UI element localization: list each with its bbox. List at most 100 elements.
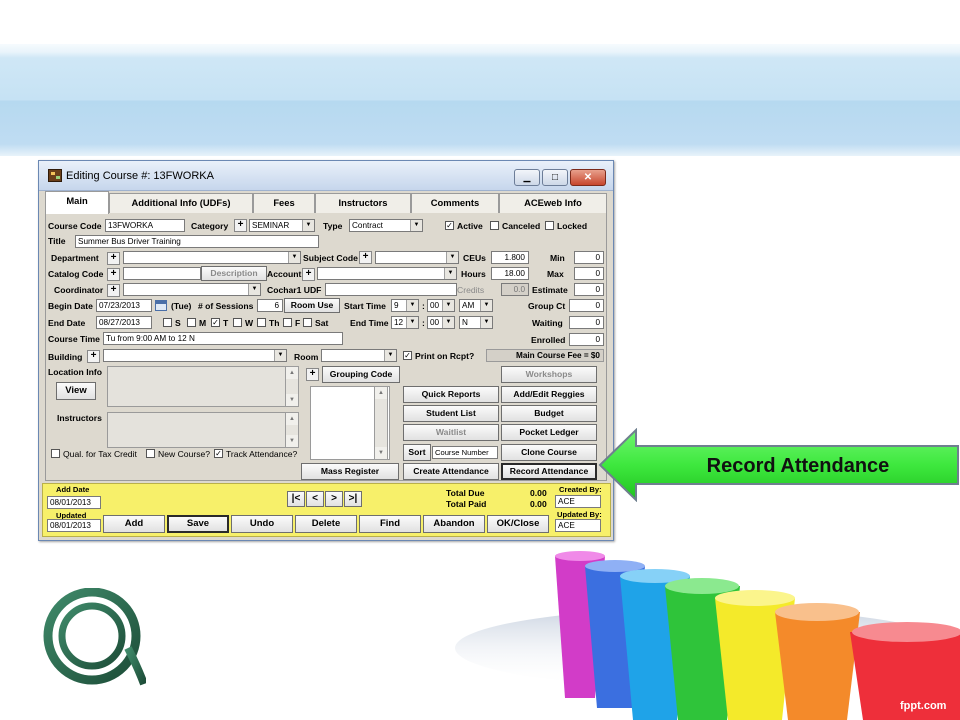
student-list-button[interactable]: Student List xyxy=(403,405,499,422)
delete-button[interactable]: Delete xyxy=(295,515,357,533)
maximize-button[interactable]: □ xyxy=(542,169,568,186)
quick-reports-button[interactable]: Quick Reports xyxy=(403,386,499,403)
day-w-checkbox[interactable] xyxy=(233,318,242,327)
sessions-field[interactable]: 6 xyxy=(257,299,283,312)
pocket-ledger-button[interactable]: Pocket Ledger xyxy=(501,424,597,441)
max-field[interactable]: 0 xyxy=(574,267,604,280)
undo-button[interactable]: Undo xyxy=(231,515,293,533)
nav-next-button[interactable]: > xyxy=(325,491,343,507)
print-on-rcpt-checkbox[interactable]: ✓ xyxy=(403,351,412,360)
tab-aceweb-info[interactable]: ACEweb Info xyxy=(499,193,607,213)
minimize-button[interactable]: ▁ xyxy=(514,169,540,186)
room-use-button[interactable]: Room Use xyxy=(284,298,340,313)
description-button[interactable]: Description xyxy=(201,266,267,281)
nav-prev-button[interactable]: < xyxy=(306,491,324,507)
course-time-field[interactable]: Tu from 9:00 AM to 12 N xyxy=(103,332,343,345)
tab-comments[interactable]: Comments xyxy=(411,193,499,213)
hours-field[interactable]: 18.00 xyxy=(491,267,529,280)
building-add-button[interactable]: + xyxy=(87,350,100,363)
scroll-up-icon[interactable]: ▲ xyxy=(286,367,298,379)
start-ampm-select[interactable]: AM ▼ xyxy=(459,299,493,312)
grouping-add-button[interactable]: + xyxy=(306,368,319,381)
subject-code-select[interactable]: ▼ xyxy=(375,251,459,264)
chevron-down-icon[interactable]: ▼ xyxy=(274,350,286,361)
tab-fees[interactable]: Fees xyxy=(253,193,315,213)
sort-field[interactable]: Course Number xyxy=(432,446,498,459)
end-hour-select[interactable]: 12 ▼ xyxy=(391,316,419,329)
scroll-up-icon[interactable]: ▲ xyxy=(375,387,387,399)
chevron-down-icon[interactable]: ▼ xyxy=(480,317,492,328)
chevron-down-icon[interactable]: ▼ xyxy=(410,220,422,231)
instructors-box[interactable] xyxy=(107,412,299,448)
locked-checkbox[interactable] xyxy=(545,221,554,230)
record-attendance-button[interactable]: Record Attendance xyxy=(501,463,597,480)
budget-button[interactable]: Budget xyxy=(501,405,597,422)
chevron-down-icon[interactable]: ▼ xyxy=(248,284,260,295)
course-code-field[interactable]: 13FWORKA xyxy=(105,219,185,232)
chevron-down-icon[interactable]: ▼ xyxy=(446,252,458,263)
tab-main[interactable]: Main xyxy=(45,191,109,214)
close-button[interactable]: ✕ xyxy=(570,169,606,186)
nav-last-button[interactable]: >| xyxy=(344,491,362,507)
chevron-down-icon[interactable]: ▼ xyxy=(288,252,300,263)
calendar-icon[interactable] xyxy=(155,300,167,311)
day-s-checkbox[interactable] xyxy=(163,318,172,327)
sort-button[interactable]: Sort xyxy=(403,444,431,461)
instructors-scrollbar[interactable]: ▲ ▼ xyxy=(285,412,299,448)
department-add-button[interactable]: + xyxy=(107,252,120,265)
tab-instructors[interactable]: Instructors xyxy=(315,193,411,213)
add-button[interactable]: Add xyxy=(103,515,165,533)
qual-tax-credit-checkbox[interactable] xyxy=(51,449,60,458)
catalog-code-field[interactable] xyxy=(123,267,201,280)
cochar1-udf-field[interactable] xyxy=(325,283,457,296)
abandon-button[interactable]: Abandon xyxy=(423,515,485,533)
department-select[interactable]: ▼ xyxy=(123,251,301,264)
ok-close-button[interactable]: OK/Close xyxy=(487,515,549,533)
waitlist-button[interactable]: Waitlist xyxy=(403,424,499,441)
account-add-button[interactable]: + xyxy=(302,268,315,281)
title-field[interactable]: Summer Bus Driver Training xyxy=(75,235,319,248)
subject-code-add-button[interactable]: + xyxy=(359,251,372,264)
tab-additional-info[interactable]: Additional Info (UDFs) xyxy=(109,193,253,213)
save-button[interactable]: Save xyxy=(167,515,229,533)
day-th-checkbox[interactable] xyxy=(257,318,266,327)
track-attendance-checkbox[interactable]: ✓ xyxy=(214,449,223,458)
end-date-field[interactable]: 08/27/2013 xyxy=(96,316,152,329)
mass-register-button[interactable]: Mass Register xyxy=(301,463,399,480)
category-select[interactable]: SEMINAR ▼ xyxy=(249,219,315,232)
grouping-list-scrollbar[interactable]: ▲ ▼ xyxy=(374,386,388,460)
coordinator-select[interactable]: ▼ xyxy=(123,283,261,296)
chevron-down-icon[interactable]: ▼ xyxy=(406,317,418,328)
day-m-checkbox[interactable] xyxy=(187,318,196,327)
scroll-down-icon[interactable]: ▼ xyxy=(286,394,298,406)
end-minute-select[interactable]: 00 ▼ xyxy=(427,316,455,329)
category-add-button[interactable]: + xyxy=(234,219,247,232)
coordinator-add-button[interactable]: + xyxy=(107,284,120,297)
end-ampm-select[interactable]: N ▼ xyxy=(459,316,493,329)
start-hour-select[interactable]: 9 ▼ xyxy=(391,299,419,312)
chevron-down-icon[interactable]: ▼ xyxy=(444,268,456,279)
chevron-down-icon[interactable]: ▼ xyxy=(480,300,492,311)
location-info-box[interactable] xyxy=(107,366,299,407)
type-select[interactable]: Contract ▼ xyxy=(349,219,423,232)
find-button[interactable]: Find xyxy=(359,515,421,533)
group-ct-field[interactable]: 0 xyxy=(569,299,604,312)
enrolled-field[interactable]: 0 xyxy=(569,333,604,346)
view-button[interactable]: View xyxy=(56,382,96,400)
start-minute-select[interactable]: 00 ▼ xyxy=(427,299,455,312)
canceled-checkbox[interactable] xyxy=(490,221,499,230)
workshops-button[interactable]: Workshops xyxy=(501,366,597,383)
chevron-down-icon[interactable]: ▼ xyxy=(406,300,418,311)
min-field[interactable]: 0 xyxy=(574,251,604,264)
day-f-checkbox[interactable] xyxy=(283,318,292,327)
estimate-field[interactable]: 0 xyxy=(574,283,604,296)
chevron-down-icon[interactable]: ▼ xyxy=(442,300,454,311)
chevron-down-icon[interactable]: ▼ xyxy=(442,317,454,328)
catalog-code-add-button[interactable]: + xyxy=(107,268,120,281)
ceus-field[interactable]: 1.800 xyxy=(491,251,529,264)
add-edit-reggies-button[interactable]: Add/Edit Reggies xyxy=(501,386,597,403)
create-attendance-button[interactable]: Create Attendance xyxy=(403,463,499,480)
nav-first-button[interactable]: |< xyxy=(287,491,305,507)
waiting-field[interactable]: 0 xyxy=(569,316,604,329)
building-select[interactable]: ▼ xyxy=(103,349,287,362)
